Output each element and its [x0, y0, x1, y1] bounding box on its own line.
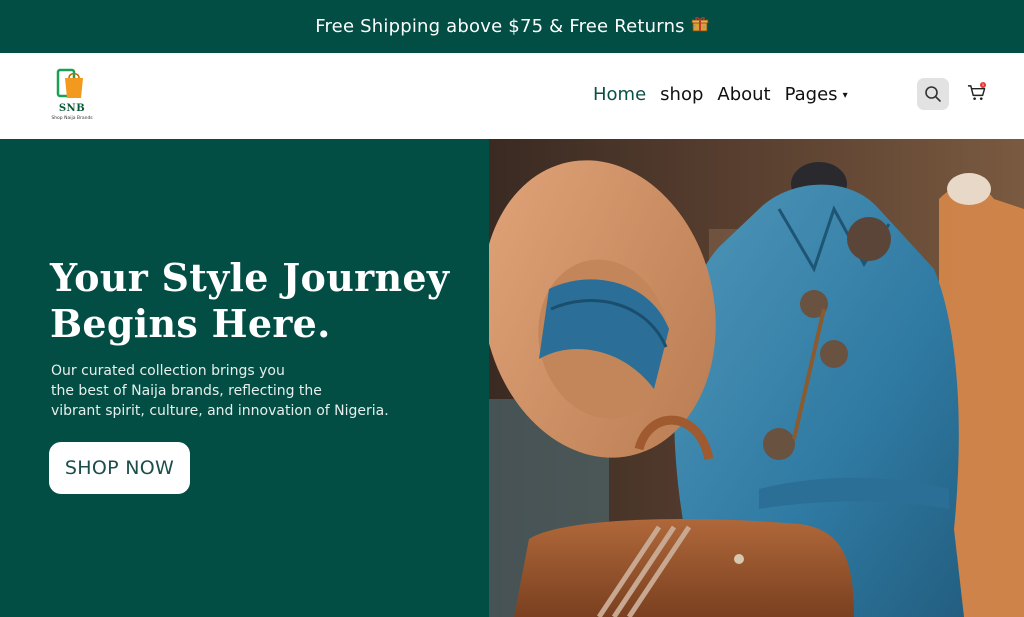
- hero-title: Your Style Journey Begins Here.: [50, 255, 470, 347]
- nav-shop[interactable]: shop: [660, 84, 703, 105]
- hero-description-line: Our curated collection brings you: [51, 363, 285, 379]
- site-header: SNB Shop Naija Brands Home shop About Pa…: [0, 53, 1024, 139]
- fashion-mannequin-image: [489, 139, 1024, 617]
- hero-text-panel: Your Style Journey Begins Here. Our cura…: [0, 139, 489, 617]
- shopping-bag-logo-icon: [56, 68, 83, 98]
- chevron-down-icon: ▾: [842, 90, 848, 101]
- brand-tagline: Shop Naija Brands: [51, 116, 93, 121]
- hero-image: [489, 139, 1024, 617]
- hero-section: Your Style Journey Begins Here. Our cura…: [0, 139, 1024, 617]
- gift-icon: [691, 15, 709, 38]
- brand-name: SNB: [58, 103, 86, 114]
- nav-pages[interactable]: Pages ▾: [785, 84, 848, 105]
- hero-description-line: the best of Naija brands, reflecting the: [51, 383, 322, 399]
- search-icon: [925, 86, 941, 102]
- hero-description-line: vibrant spirit, culture, and innovation …: [51, 403, 389, 419]
- nav-pages-label: Pages: [784, 84, 838, 105]
- brand-logo[interactable]: SNB Shop Naija Brands: [50, 68, 94, 124]
- announcement-text: Free Shipping above $75 & Free Returns: [315, 16, 685, 37]
- hero-description: Our curated collection brings you the be…: [51, 361, 451, 421]
- nav-about[interactable]: About: [717, 84, 770, 105]
- hero-title-line: Your Style Journey: [50, 255, 450, 300]
- search-button[interactable]: [917, 78, 949, 110]
- hero-title-line: Begins Here.: [50, 301, 331, 346]
- announcement-bar: Free Shipping above $75 & Free Returns: [0, 0, 1024, 53]
- nav-home[interactable]: Home: [593, 84, 646, 105]
- main-nav: Home shop About Pages ▾: [593, 84, 862, 105]
- cart-count-badge: 1: [980, 82, 986, 88]
- shop-now-button[interactable]: SHOP NOW: [49, 442, 190, 494]
- cart-button[interactable]: 1: [967, 82, 987, 103]
